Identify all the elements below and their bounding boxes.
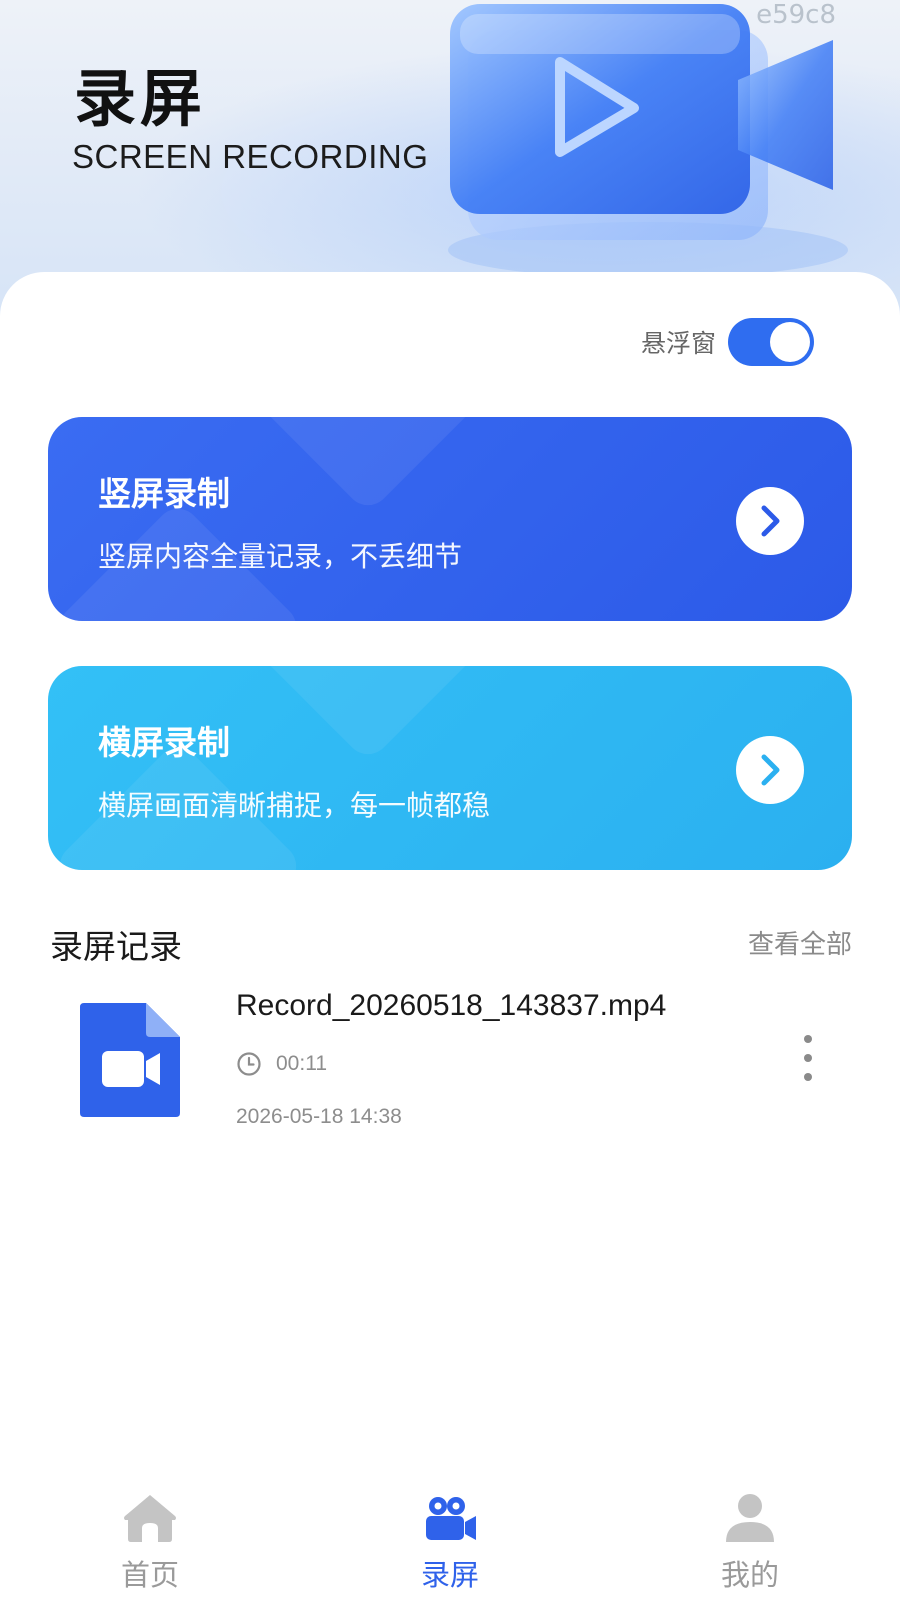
video-file-icon: [80, 1003, 180, 1117]
portrait-card-title: 竖屏录制: [98, 474, 230, 513]
user-icon: [726, 1494, 774, 1542]
record-duration: 00:11: [276, 1052, 327, 1075]
home-icon: [124, 1495, 176, 1542]
clock-icon: [237, 1052, 261, 1076]
floating-window-label: 悬浮窗: [640, 329, 716, 358]
nav-item-record[interactable]: 录屏: [300, 1470, 600, 1600]
more-options-icon[interactable]: [796, 1035, 820, 1081]
card-decoration: [240, 417, 496, 515]
records-section-title: 录屏记录: [50, 927, 182, 966]
chevron-right-icon: [761, 505, 780, 537]
nav-label-home: 首页: [120, 1558, 179, 1592]
landscape-card-title: 横屏录制: [98, 723, 230, 762]
nav-label-mine: 我的: [720, 1558, 779, 1592]
page-subtitle: SCREEN RECORDING: [72, 138, 429, 175]
toggle-knob: [770, 322, 810, 362]
portrait-recording-card[interactable]: 竖屏录制 竖屏内容全量记录，不丢细节: [48, 417, 852, 621]
list-item[interactable]: Record_20260518_143837.mp4 00:11 2026-05…: [50, 985, 850, 1135]
record-date: 2026-05-18 14:38: [236, 1105, 402, 1128]
record-duration-row: 00:11: [236, 1051, 327, 1077]
floating-window-setting: 悬浮窗: [641, 318, 814, 366]
nav-label-record: 录屏: [420, 1558, 479, 1592]
landscape-card-description: 横屏画面清晰捕捉，每一帧都稳: [98, 789, 491, 822]
portrait-card-description: 竖屏内容全量记录，不丢细节: [98, 540, 463, 573]
video-camera-icon: [426, 1497, 476, 1540]
nav-item-home[interactable]: 首页: [0, 1470, 300, 1600]
chevron-right-icon: [761, 754, 780, 786]
page-title: 录屏: [74, 62, 207, 135]
nav-item-mine[interactable]: 我的: [600, 1470, 900, 1600]
video-camera-illustration-icon: [448, 4, 848, 278]
floating-window-toggle[interactable]: [728, 318, 814, 366]
portrait-go-button[interactable]: [736, 487, 804, 555]
record-file-name: Record_20260518_143837.mp4: [236, 989, 667, 1022]
landscape-recording-card[interactable]: 横屏录制 横屏画面清晰捕捉，每一帧都稳: [48, 666, 852, 870]
card-decoration: [240, 666, 496, 764]
bottom-navigation: 首页 录屏 我的: [0, 1470, 900, 1600]
landscape-go-button[interactable]: [736, 736, 804, 804]
view-all-link[interactable]: 查看全部: [748, 924, 852, 961]
